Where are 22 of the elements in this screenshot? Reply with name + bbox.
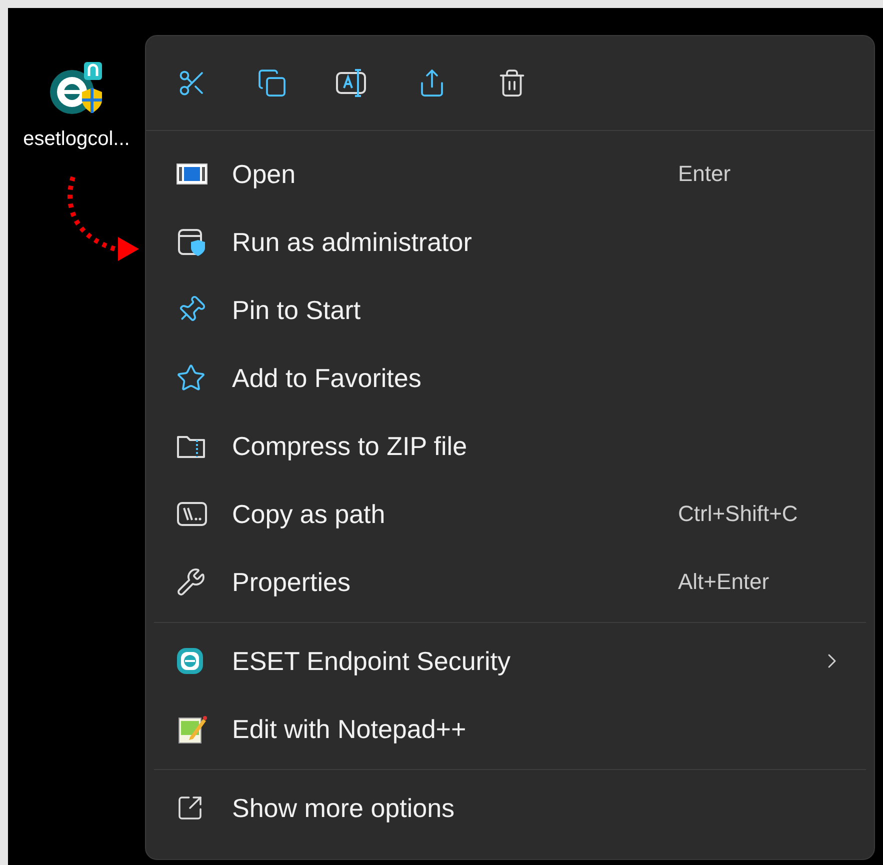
menu-item[interactable]: ESET Endpoint Security (154, 627, 866, 695)
copy-icon (257, 68, 287, 98)
menu-item[interactable]: Copy as path Ctrl+Shift+C (154, 480, 866, 548)
menu-item[interactable]: Properties Alt+Enter (154, 548, 866, 616)
notepad-icon (176, 713, 208, 745)
file-name: esetlogcol... (23, 128, 130, 151)
menu-item[interactable]: Run as administrator (154, 208, 866, 276)
menu-item[interactable]: Pin to Start (154, 276, 866, 344)
menu-item[interactable]: Open Enter (154, 140, 866, 208)
shortcut-text: Alt+Enter (678, 569, 770, 595)
zip-folder-icon (176, 433, 208, 459)
menu-item[interactable]: Edit with Notepad++ (154, 695, 866, 763)
trash-icon (497, 68, 527, 98)
shield-window-icon (176, 227, 208, 257)
window-icon (176, 162, 208, 186)
shortcut-text: Enter (678, 161, 731, 187)
menu-item[interactable]: Compress to ZIP file (154, 412, 866, 480)
path-icon (176, 501, 208, 527)
menu-item[interactable]: Add to Favorites (154, 344, 866, 412)
shortcut-text: Ctrl+Shift+C (678, 501, 798, 527)
menu-item[interactable]: Show more options (154, 774, 866, 842)
rename-icon (335, 68, 369, 98)
